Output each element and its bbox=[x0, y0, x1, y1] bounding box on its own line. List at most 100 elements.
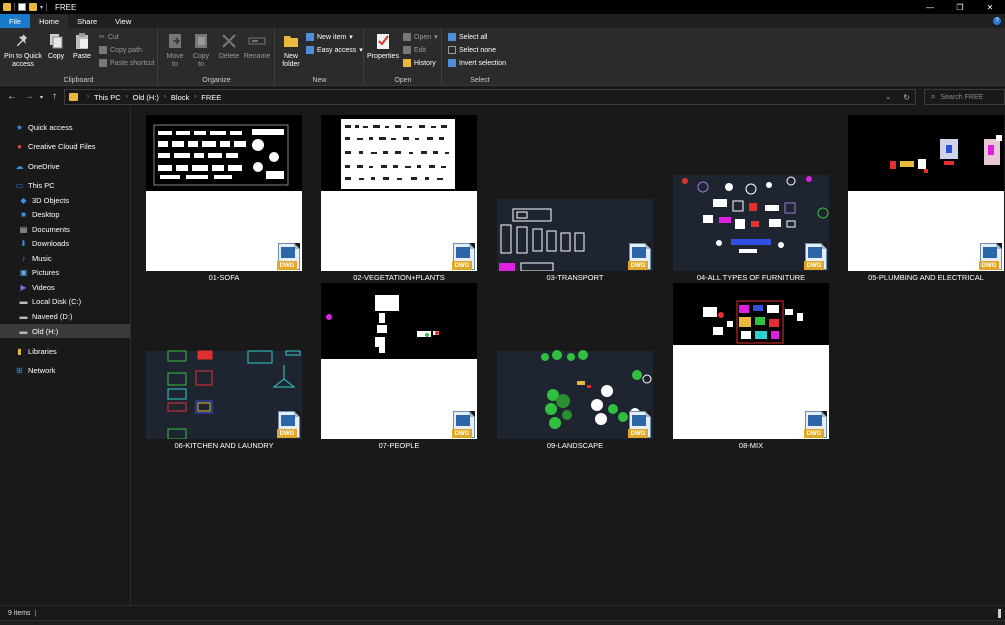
nav-item-downloads[interactable]: ⬇ Downloads bbox=[0, 236, 130, 250]
address-bar[interactable]: › This PC › Old (H:) › Block › FREE ⌄ ↻ bbox=[64, 89, 916, 105]
tab-home[interactable]: Home bbox=[30, 14, 69, 28]
download-icon: ⬇ bbox=[20, 238, 27, 248]
nav-item-local-disk-c[interactable]: ▬ Local Disk (C:) bbox=[0, 294, 130, 308]
paste-shortcut-button[interactable]: Paste shortcut bbox=[99, 59, 155, 67]
window-controls: — ❐ ✕ bbox=[915, 0, 1005, 14]
quick-access-toolbar: ▾ bbox=[0, 3, 48, 11]
computer-icon: ▭ bbox=[15, 180, 24, 190]
select-none-icon bbox=[448, 46, 456, 54]
move-to-label: Move to bbox=[166, 53, 184, 68]
refresh-icon[interactable]: ↻ bbox=[903, 93, 910, 102]
delete-button[interactable]: Delete bbox=[217, 32, 241, 61]
divider bbox=[14, 3, 15, 11]
new-folder-icon[interactable] bbox=[29, 3, 37, 11]
rename-button[interactable]: Rename bbox=[243, 32, 271, 61]
nav-label: Network bbox=[28, 365, 56, 375]
dwg-file-icon: DWG bbox=[804, 243, 827, 270]
move-to-button[interactable]: Move to bbox=[163, 32, 187, 69]
nav-label: Creative Cloud Files bbox=[28, 141, 96, 151]
file-name: 09-LANDSCAPE bbox=[546, 441, 604, 450]
breadcrumb-block[interactable]: Block bbox=[171, 93, 189, 102]
help-icon[interactable]: ? bbox=[993, 17, 1001, 25]
file-name: 04-ALL TYPES OF FURNITURE bbox=[696, 273, 806, 282]
view-toggle-handle[interactable] bbox=[998, 609, 1001, 618]
nav-label: 3D Objects bbox=[32, 195, 70, 205]
nav-item-this-pc[interactable]: ▭ This PC bbox=[0, 178, 130, 192]
copy-to-icon bbox=[195, 34, 207, 48]
new-item-icon bbox=[306, 33, 314, 41]
easy-access-label: Easy access bbox=[317, 46, 357, 54]
nav-item-onedrive[interactable]: ☁ OneDrive bbox=[0, 159, 130, 173]
open-button[interactable]: Open ▾ bbox=[403, 33, 438, 41]
copy-button[interactable]: Copy bbox=[45, 32, 67, 61]
chevron-right-icon: › bbox=[87, 94, 89, 100]
file-name: 05-PLUMBING AND ELECTRICAL bbox=[868, 273, 984, 282]
nav-item-3d-objects[interactable]: ◆ 3D Objects bbox=[0, 193, 130, 207]
file-thumbnail: DWG bbox=[321, 115, 477, 271]
nav-item-libraries[interactable]: ▮ Libraries bbox=[0, 344, 130, 358]
properties-icon[interactable] bbox=[18, 3, 26, 11]
nav-item-quick-access[interactable]: ★ Quick access bbox=[0, 120, 130, 134]
file-name: 01-SOFA bbox=[208, 273, 240, 282]
properties-button[interactable]: Properties bbox=[366, 32, 400, 61]
copy-path-button[interactable]: Copy path bbox=[99, 46, 142, 54]
search-box[interactable]: ⌕ Search FREE bbox=[924, 89, 1005, 105]
folder-icon bbox=[3, 3, 11, 11]
copy-to-button[interactable]: Copy to bbox=[189, 32, 213, 69]
history-button[interactable]: History bbox=[403, 59, 436, 67]
nav-item-network[interactable]: ⊞ Network bbox=[0, 363, 130, 377]
file-name: 07-PEOPLE bbox=[378, 441, 420, 450]
forward-button[interactable]: → bbox=[24, 91, 34, 102]
search-placeholder: Search FREE bbox=[940, 93, 984, 101]
select-none-label: Select none bbox=[459, 46, 496, 54]
copy-to-label: Copy to bbox=[192, 53, 210, 68]
navigation-pane: ★ Quick access ● Creative Cloud Files ☁ One… bbox=[0, 107, 131, 605]
drive-icon: ▬ bbox=[19, 311, 28, 321]
tab-view[interactable]: View bbox=[106, 14, 140, 28]
new-item-button[interactable]: New item ▾ bbox=[306, 33, 353, 41]
group-clipboard: Pin to Quick access Copy Paste ✂ Cut Copy… bbox=[0, 28, 158, 86]
invert-selection-button[interactable]: Invert selection bbox=[448, 59, 506, 67]
breadcrumb-old-h[interactable]: Old (H:) bbox=[133, 93, 159, 102]
nav-item-documents[interactable]: ▤ Documents bbox=[0, 222, 130, 236]
maximize-button[interactable]: ❐ bbox=[945, 0, 975, 14]
file-thumbnail: DWG bbox=[321, 283, 477, 439]
pin-to-quick-access-button[interactable]: Pin to Quick access bbox=[3, 32, 43, 69]
divider bbox=[46, 3, 48, 11]
tab-share[interactable]: Share bbox=[68, 14, 106, 28]
nav-item-videos[interactable]: ▶ Videos bbox=[0, 280, 130, 294]
nav-item-old-h[interactable]: ▬ Old (H:) bbox=[0, 324, 130, 338]
edit-button[interactable]: Edit bbox=[403, 46, 426, 54]
new-folder-button[interactable]: New folder bbox=[279, 32, 303, 69]
back-button[interactable]: ← bbox=[7, 91, 17, 102]
nav-label: Music bbox=[32, 253, 52, 263]
file-thumbnail: DWG bbox=[673, 283, 829, 439]
easy-access-button[interactable]: Easy access ▾ bbox=[306, 46, 363, 54]
select-all-button[interactable]: Select all bbox=[448, 33, 487, 41]
nav-item-naveed-d[interactable]: ▬ Naveed (D:) bbox=[0, 309, 130, 323]
up-button[interactable]: ↑ bbox=[52, 91, 57, 102]
dwg-file-icon: DWG bbox=[628, 243, 651, 270]
close-button[interactable]: ✕ bbox=[975, 0, 1005, 14]
videos-icon: ▶ bbox=[20, 282, 27, 292]
breadcrumb-this-pc[interactable]: This PC bbox=[94, 93, 121, 102]
nav-item-music[interactable]: ♪ Music bbox=[0, 251, 130, 265]
nav-item-creative-cloud[interactable]: ● Creative Cloud Files bbox=[0, 139, 130, 153]
nav-item-desktop[interactable]: ■ Desktop bbox=[0, 207, 130, 221]
customize-toolbar-caret-icon[interactable]: ▾ bbox=[40, 4, 43, 11]
address-history-dropdown-icon[interactable]: ⌄ bbox=[885, 93, 891, 101]
libraries-icon: ▮ bbox=[17, 346, 22, 356]
chevron-right-icon: › bbox=[194, 94, 197, 100]
nav-label: Pictures bbox=[32, 267, 60, 277]
minimize-button[interactable]: — bbox=[915, 0, 945, 14]
paste-button[interactable]: Paste bbox=[71, 32, 93, 61]
dwg-file-icon: DWG bbox=[277, 411, 300, 438]
recent-locations-chevron-icon[interactable]: ▾ bbox=[40, 94, 43, 101]
easy-access-icon bbox=[306, 46, 314, 54]
cut-button[interactable]: ✂ Cut bbox=[99, 33, 119, 42]
nav-item-pictures[interactable]: ▣ Pictures bbox=[0, 265, 130, 279]
tab-file[interactable]: File bbox=[0, 14, 31, 28]
ribbon-tabs: File Home Share View ? bbox=[0, 14, 1005, 28]
breadcrumb-free[interactable]: FREE bbox=[201, 93, 221, 102]
select-none-button[interactable]: Select none bbox=[448, 46, 496, 54]
